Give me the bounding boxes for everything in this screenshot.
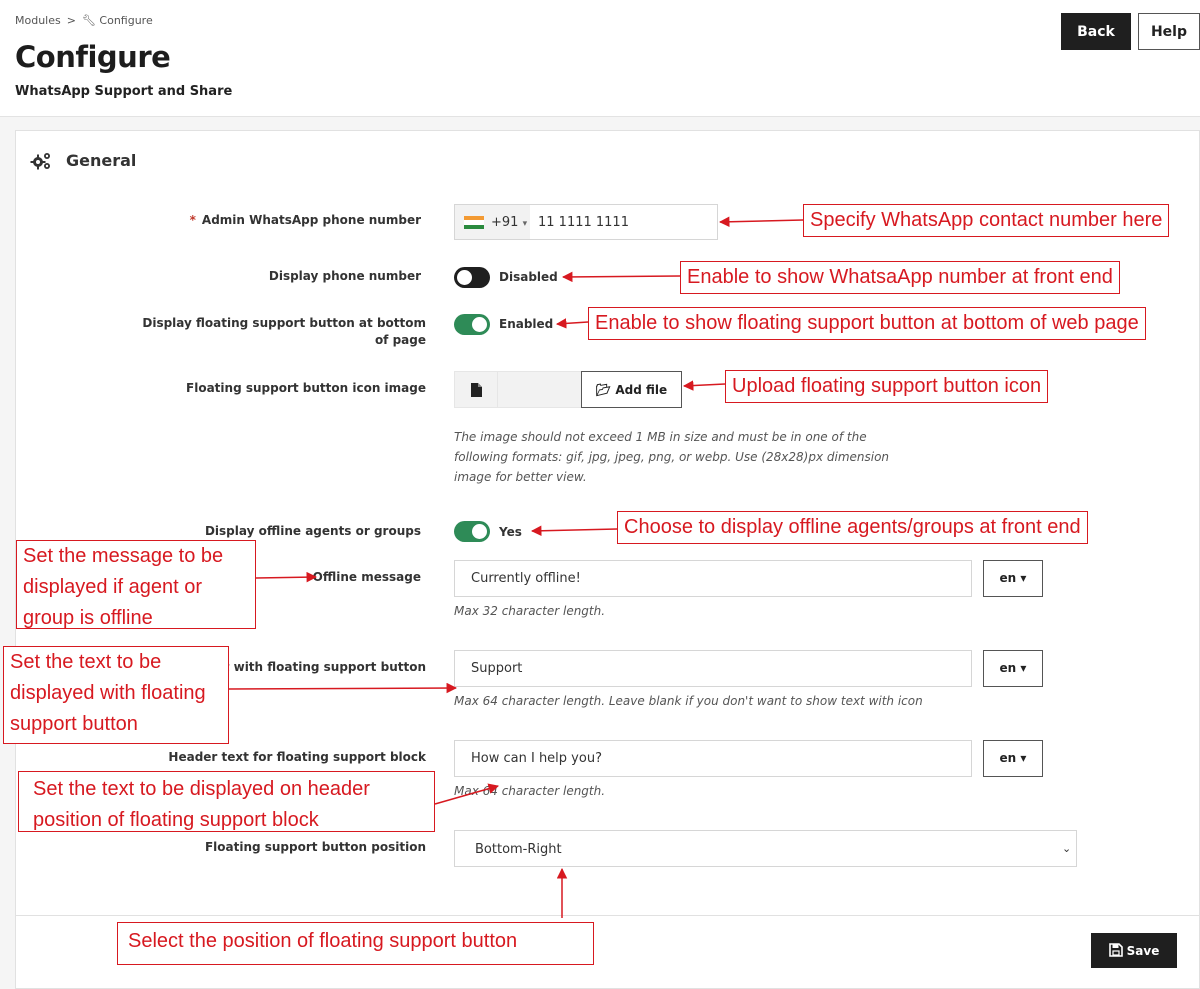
offline-message-help: Max 32 character length. xyxy=(454,604,606,618)
floppy-disk-icon xyxy=(1108,943,1123,957)
offline-message-lang-dropdown[interactable]: en ▾ xyxy=(983,560,1043,597)
annotation-phone: Specify WhatsApp contact number here xyxy=(803,204,1170,237)
floating-button-state: Enabled xyxy=(499,317,554,331)
display-phone-state: Disabled xyxy=(499,270,558,284)
folder-open-icon: 📂︎ xyxy=(595,382,612,397)
annotation-offline-message: Set the message to be displayed if agent… xyxy=(16,540,256,629)
back-button[interactable]: Back xyxy=(1061,13,1131,50)
offline-agents-toggle[interactable] xyxy=(454,521,490,542)
add-file-label: Add file xyxy=(615,382,668,397)
annotation-position: Select the position of floating support … xyxy=(117,922,594,965)
icon-image-label: Floating support button icon image xyxy=(186,381,426,395)
floating-text-input[interactable]: Support xyxy=(454,650,972,687)
floating-text-lang-dropdown[interactable]: en ▾ xyxy=(983,650,1043,687)
phone-label: * Admin WhatsApp phone number xyxy=(121,212,421,229)
phone-input[interactable]: +91 ▾ 11 1111 1111 xyxy=(454,204,718,240)
display-phone-label: Display phone number xyxy=(268,269,421,283)
gears-icon xyxy=(30,153,50,170)
help-button[interactable]: Help xyxy=(1138,13,1200,50)
offline-agents-state: Yes xyxy=(499,525,522,539)
page-title: Configure xyxy=(15,40,171,74)
toggle-knob xyxy=(457,270,472,285)
phone-label-text: Admin WhatsApp phone number xyxy=(201,213,421,227)
breadcrumb-current: Configure xyxy=(99,14,153,27)
file-name-display xyxy=(498,371,582,408)
phone-value: 11 1111 1111 xyxy=(538,215,629,230)
breadcrumb-separator: > xyxy=(66,14,76,27)
position-select[interactable]: Bottom-Right xyxy=(454,830,1077,867)
file-icon xyxy=(471,383,482,397)
dial-code: +91 ▾ xyxy=(491,215,527,230)
page-subtitle: WhatsApp Support and Share xyxy=(15,84,233,99)
toggle-knob xyxy=(472,524,487,539)
india-flag-icon xyxy=(464,216,484,229)
display-phone-toggle[interactable] xyxy=(454,267,490,288)
required-mark: * xyxy=(189,213,196,227)
annotation-floating-text: Set the text to be displayed with floati… xyxy=(3,646,229,744)
file-preview xyxy=(454,371,498,408)
annotation-header-text: Set the text to be displayed on header p… xyxy=(18,771,435,832)
wrench-icon: 🔧︎ xyxy=(81,14,96,27)
floating-text-help: Max 64 character length. Leave blank if … xyxy=(454,694,923,708)
floating-button-toggle[interactable] xyxy=(454,314,490,335)
icon-image-help: The image should not exceed 1 MB in size… xyxy=(454,430,890,484)
header-text-label: Header text for floating support block xyxy=(168,750,426,764)
section-title: General xyxy=(66,151,137,170)
position-label: Floating support button position xyxy=(204,840,426,854)
page-header: Modules > 🔧︎ Configure Configure WhatsApp … xyxy=(0,0,1200,117)
dial-code-text: +91 xyxy=(491,215,519,230)
save-button[interactable]: Save xyxy=(1091,933,1177,968)
save-label: Save xyxy=(1126,944,1160,958)
annotation-icon-image: Upload floating support button icon xyxy=(725,370,1049,403)
header-text-lang-dropdown[interactable]: en ▾ xyxy=(983,740,1043,777)
annotation-floating-button: Enable to show floating support button a… xyxy=(588,307,1146,340)
dial-code-arrow: ▾ xyxy=(522,219,528,229)
breadcrumb: Modules > 🔧︎ Configure xyxy=(15,14,153,27)
toggle-knob xyxy=(472,317,487,332)
annotation-offline-agents: Choose to display offline agents/groups … xyxy=(617,511,1088,544)
floating-button-label: Display floating support button at botto… xyxy=(142,316,426,347)
chevron-down-icon: ⌄ xyxy=(1062,842,1072,855)
breadcrumb-modules[interactable]: Modules xyxy=(15,14,61,27)
offline-agents-label: Display offline agents or groups xyxy=(204,524,421,538)
add-file-button[interactable]: 📂︎ Add file xyxy=(581,371,682,408)
offline-message-input[interactable]: Currently offline! xyxy=(454,560,972,597)
annotation-display-phone: Enable to show WhatsaApp number at front… xyxy=(680,261,1120,294)
country-code-selector[interactable]: +91 ▾ xyxy=(455,205,530,239)
header-text-help: Max 64 character length. xyxy=(454,784,606,798)
header-text-input[interactable]: How can I help you? xyxy=(454,740,972,777)
